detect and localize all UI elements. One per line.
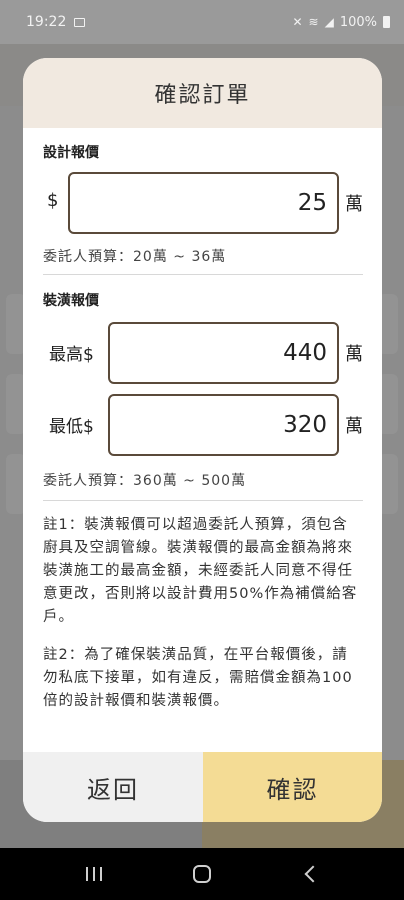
note-1: 註1：裝潢報價可以超過委託人預算，須包含廚具及空調管線。裝潢報價的最高金額為將來…: [43, 517, 358, 625]
renovation-max-unit: 萬: [345, 344, 363, 365]
confirm-order-dialog: 確認訂單 設計報價 $ 25 萬 委託人預算：20萬 ~ 36萬 裝潢報價 最高…: [23, 58, 382, 822]
renovation-quote-label: 裝潢報價: [43, 293, 99, 309]
renovation-min-input[interactable]: 320: [108, 394, 339, 456]
home-button[interactable]: [182, 854, 222, 894]
note-2: 註2：為了確保裝潢品質，在平台報價後，請勿私底下接單，如有違反，需賠償金額為10…: [43, 647, 353, 709]
design-quote-unit: 萬: [345, 194, 363, 215]
status-left: 19:22: [26, 14, 86, 30]
renovation-budget-text: 委託人預算：360萬 ~ 500萬: [43, 473, 247, 489]
status-bar: 19:22 ✕ ≋ ◢ 100%: [0, 0, 404, 44]
renovation-max-label: 最高$: [49, 345, 94, 365]
mute-icon: ✕: [292, 15, 303, 29]
renovation-min-unit: 萬: [345, 416, 363, 437]
navigation-bar: [0, 848, 404, 900]
design-quote-label: 設計報價: [43, 145, 99, 161]
battery-icon: [383, 16, 390, 28]
status-time: 19:22: [26, 14, 67, 30]
battery-percent: 100%: [339, 14, 377, 30]
renovation-max-input[interactable]: 440: [108, 322, 339, 384]
wifi-icon: ≋: [308, 15, 319, 29]
dialog-body: 設計報價 $ 25 萬 委託人預算：20萬 ~ 36萬 裝潢報價 最高$ 440…: [23, 128, 382, 752]
design-quote-currency: $: [47, 190, 59, 211]
confirm-button[interactable]: 確認: [203, 752, 382, 822]
recent-apps-icon: [86, 867, 102, 881]
renovation-min-label: 最低$: [49, 417, 94, 437]
renovation-max-value: 440: [283, 340, 327, 366]
design-quote-input[interactable]: 25: [68, 172, 339, 234]
dialog-footer: 返回 確認: [23, 752, 382, 822]
home-icon: [193, 865, 211, 883]
back-button[interactable]: 返回: [23, 752, 203, 822]
notification-icon: [74, 17, 86, 27]
design-budget-text: 委託人預算：20萬 ~ 36萬: [43, 249, 227, 265]
divider: [43, 500, 363, 501]
divider: [43, 274, 363, 275]
signal-icon: ◢: [324, 15, 334, 29]
status-right: ✕ ≋ ◢ 100%: [292, 15, 390, 30]
back-nav-button[interactable]: [290, 854, 330, 894]
back-chevron-icon: [304, 865, 322, 883]
design-quote-value: 25: [297, 190, 327, 216]
recent-apps-button[interactable]: [74, 854, 114, 894]
renovation-min-value: 320: [283, 412, 327, 438]
dialog-title: 確認訂單: [23, 58, 382, 128]
